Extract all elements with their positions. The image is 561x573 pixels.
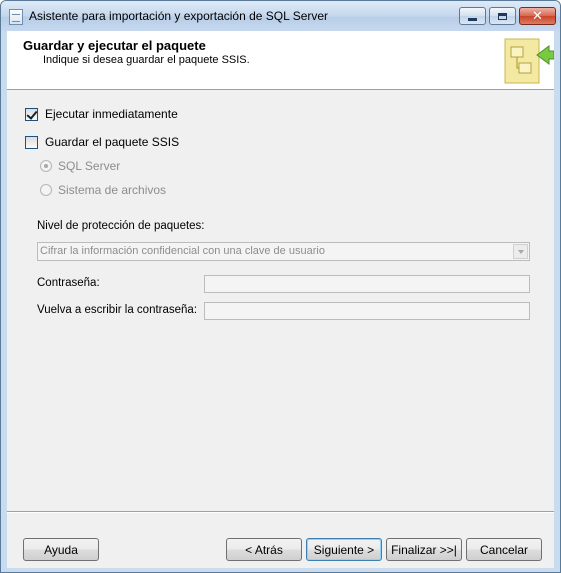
cancel-button[interactable]: Cancelar: [466, 538, 542, 561]
minimize-button[interactable]: [459, 7, 486, 25]
save-package-label: Guardar el paquete SSIS: [45, 135, 180, 149]
password-field: [204, 275, 530, 293]
help-button[interactable]: Ayuda: [23, 538, 99, 561]
wizard-header: Guardar y ejecutar el paquete Indique si…: [7, 31, 554, 90]
file-system-radio: [40, 184, 52, 196]
maximize-icon: [498, 12, 507, 20]
wizard-client-area: Guardar y ejecutar el paquete Indique si…: [7, 31, 554, 568]
password-label: Contraseña:: [37, 277, 100, 289]
minimize-icon: [468, 17, 477, 21]
protection-level-select: Cifrar la información confidencial con u…: [37, 242, 530, 261]
footer-divider: [7, 511, 554, 513]
maximize-button[interactable]: [489, 7, 516, 25]
run-immediately-option[interactable]: Ejecutar inmediatamente: [25, 107, 178, 121]
wizard-app-icon[interactable]: [9, 9, 23, 25]
protection-level-label: Nivel de protección de paquetes:: [37, 220, 205, 232]
finish-button[interactable]: Finalizar >>|: [386, 538, 462, 561]
sql-server-option: SQL Server: [40, 159, 120, 173]
chevron-down-icon: [513, 244, 528, 259]
run-immediately-checkbox[interactable]: [25, 107, 38, 121]
wizard-window: Asistente para importación y exportación…: [0, 0, 561, 573]
package-arrow-icon: [504, 38, 554, 84]
close-button[interactable]: ✕: [519, 7, 556, 25]
next-button[interactable]: Siguiente >: [306, 538, 382, 561]
title-bar[interactable]: Asistente para importación y exportación…: [1, 1, 560, 32]
run-immediately-label: Ejecutar inmediatamente: [45, 107, 178, 121]
save-package-checkbox[interactable]: [25, 135, 38, 149]
sql-server-label: SQL Server: [58, 159, 121, 173]
file-system-option: Sistema de archivos: [40, 183, 166, 197]
protection-level-value: Cifrar la información confidencial con u…: [40, 245, 325, 257]
file-system-label: Sistema de archivos: [58, 183, 167, 197]
close-icon: ✕: [532, 8, 543, 24]
back-button[interactable]: < Atrás: [226, 538, 302, 561]
confirm-password-label: Vuelva a escribir la contraseña:: [37, 304, 198, 316]
sql-server-radio: [40, 160, 52, 172]
window-title: Asistente para importación y exportación…: [29, 9, 329, 23]
confirm-password-field: [204, 302, 530, 320]
page-subtitle: Indique si desea guardar el paquete SSIS…: [43, 54, 250, 66]
page-title: Guardar y ejecutar el paquete: [23, 38, 206, 53]
save-package-option[interactable]: Guardar el paquete SSIS: [25, 135, 179, 149]
